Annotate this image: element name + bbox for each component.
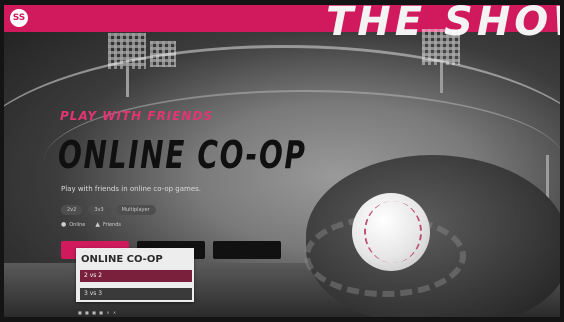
meta-item: ▲ Friends xyxy=(95,221,121,228)
tag-chip: 3v3 xyxy=(88,205,110,215)
warning-icon: ▲ xyxy=(95,221,101,228)
tag-chip: 2v2 xyxy=(61,205,83,215)
light-tower-right xyxy=(440,63,443,93)
page-title: ONLINE CO-OP xyxy=(58,133,307,177)
baseball-seam xyxy=(364,201,422,263)
mode-meta: ● Online ▲ Friends xyxy=(61,221,121,228)
meta-item: ● Online xyxy=(61,221,85,228)
stadium-light-left xyxy=(108,33,146,69)
mode-tags: 2v2 3v3 Multiplayer xyxy=(61,205,156,215)
dropdown-option-2v2[interactable]: 2 vs 2 xyxy=(80,270,192,282)
dropdown-option-3v3[interactable]: 3 vs 3 xyxy=(80,288,192,300)
light-tower-left xyxy=(126,67,129,97)
tag-chip: Multiplayer xyxy=(115,205,156,215)
controller-hints: ■ ■ ■ ■ ✕ ✕ xyxy=(78,310,118,315)
meta-label: Online xyxy=(69,221,86,228)
dropdown-title: ONLINE CO-OP xyxy=(81,254,163,265)
tertiary-button[interactable] xyxy=(213,241,281,259)
stadium-light-center xyxy=(150,41,176,67)
users-icon: ● xyxy=(61,221,67,228)
meta-label: Friends xyxy=(103,221,121,228)
eyebrow-text: PLAY WITH FRIENDS xyxy=(60,109,214,123)
mode-description: Play with friends in online co-op games. xyxy=(61,185,202,193)
mode-dropdown-menu: ONLINE CO-OP 2 vs 2 3 vs 3 xyxy=(76,248,194,302)
stadium-light-right xyxy=(422,29,460,65)
game-screen: SS THE SHOW PLAY WITH FRIENDS ONLINE CO-… xyxy=(4,5,560,317)
brand-logo-icon: SS xyxy=(10,9,28,27)
